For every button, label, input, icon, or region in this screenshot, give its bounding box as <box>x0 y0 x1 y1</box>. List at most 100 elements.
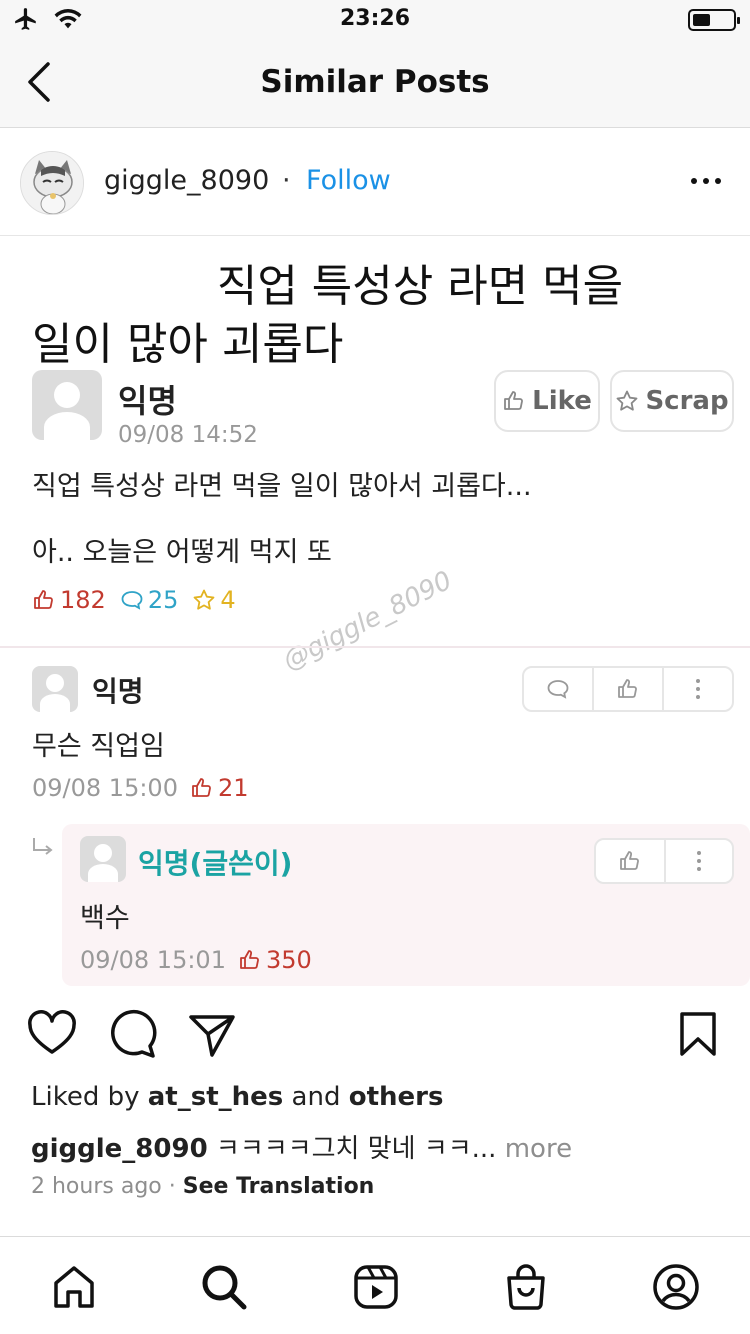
watermark: @giggle_8090 <box>278 565 457 677</box>
op-name: 익명 <box>118 382 177 420</box>
comment-text: 무슨 직업임 <box>32 731 165 762</box>
liked-prefix: Liked by <box>31 1082 148 1112</box>
paper-plane-icon <box>189 1015 235 1057</box>
like-label: Like <box>532 386 592 416</box>
op-body-line2: 아.. 오늘은 어떻게 먹지 또 <box>32 537 332 568</box>
scrap-label: Scrap <box>645 386 729 416</box>
avatar[interactable] <box>20 151 84 215</box>
thumbs-up-icon <box>192 778 211 797</box>
thumbs-up-icon <box>620 851 639 870</box>
reply-text: 백수 <box>80 903 130 934</box>
thumbs-up-icon <box>618 679 637 698</box>
thumbs-up-icon <box>504 391 524 410</box>
comment-date: 09/08 15:00 <box>32 774 178 802</box>
reply-author: 익명(글쓴이) <box>138 847 293 880</box>
status-time: 23:26 <box>339 6 411 31</box>
op-avatar <box>32 370 102 440</box>
reply-arrow-icon <box>33 838 53 855</box>
more-options-button[interactable] <box>690 169 722 193</box>
page-title: Similar Posts <box>260 64 490 100</box>
reply-date: 09/08 15:01 <box>80 946 226 974</box>
thumbs-up-icon <box>240 950 259 969</box>
shop-icon <box>507 1264 545 1310</box>
heart-icon <box>28 1010 76 1054</box>
op-date: 09/08 14:52 <box>118 422 258 448</box>
reply-avatar <box>80 836 126 882</box>
reply-button[interactable] <box>524 668 594 710</box>
op-body-line1: 직업 특성상 라면 먹을 일이 많아서 괴롭다... <box>32 471 532 502</box>
caption-text: ㅋㅋㅋㅋ그치 맞네 ㅋㅋ... <box>207 1134 497 1164</box>
op-scraps-count: 4 <box>220 586 236 614</box>
post-header: giggle_8090 · Follow <box>0 129 750 236</box>
scrap-button[interactable]: Scrap <box>610 370 734 432</box>
post-meta: 2 hours ago · See Translation <box>31 1174 374 1199</box>
reply-more-button[interactable] <box>666 840 732 882</box>
comment-icon <box>111 1010 157 1058</box>
profile-icon <box>653 1264 699 1310</box>
post-action-row <box>0 1006 750 1066</box>
post-image[interactable]: 직업 특성상 라면 먹을 일이 많아 괴롭다 익명 09/08 14:52 Li… <box>0 236 750 990</box>
tab-profile[interactable] <box>650 1261 702 1313</box>
op-comments: 25 <box>120 586 179 614</box>
comment-author: 익명 <box>92 675 144 708</box>
comment-bubble-icon <box>121 591 143 610</box>
battery-level <box>693 14 710 26</box>
comment-more-button[interactable] <box>664 668 732 710</box>
reply-like-button[interactable] <box>596 840 666 882</box>
image-title-line1: 직업 특성상 라면 먹을 <box>216 261 624 312</box>
post-username[interactable]: giggle_8090 <box>104 165 269 196</box>
liked-others[interactable]: others <box>349 1082 444 1112</box>
time-ago: 2 hours ago <box>31 1174 162 1199</box>
more-horizontal-icon <box>691 178 721 184</box>
reply-likes-count: 350 <box>265 946 312 974</box>
save-post-button[interactable] <box>670 1006 726 1062</box>
comment-actions <box>522 666 734 712</box>
op-likes-count: 182 <box>60 586 106 614</box>
more-vertical-icon <box>696 679 700 699</box>
reels-icon <box>354 1265 398 1309</box>
meta-dot: · <box>161 1174 183 1199</box>
op-likes: 182 <box>32 586 106 614</box>
tab-reels[interactable] <box>350 1261 402 1313</box>
liked-user[interactable]: at_st_hes <box>148 1082 284 1112</box>
share-post-button[interactable] <box>184 1006 240 1062</box>
divider <box>0 646 750 648</box>
comment-bubble-icon <box>547 680 569 699</box>
op-comments-count: 25 <box>147 586 179 614</box>
comment-likes-count: 21 <box>217 774 249 802</box>
tab-home[interactable] <box>48 1261 100 1313</box>
caption-more-link[interactable]: more <box>496 1134 572 1164</box>
image-title-line2: 일이 많아 괴롭다 <box>32 319 344 370</box>
thumbs-up-icon <box>34 590 53 609</box>
separator-dot: · <box>282 165 291 196</box>
more-vertical-icon <box>697 851 701 871</box>
liked-and: and <box>283 1082 349 1112</box>
op-scraps: 4 <box>192 586 236 614</box>
search-icon <box>202 1265 247 1310</box>
status-bar: 23:26 <box>0 0 750 40</box>
comment-post-button[interactable] <box>104 1006 160 1062</box>
tab-shop[interactable] <box>500 1261 552 1313</box>
reply-actions <box>594 838 734 884</box>
comment-likes: 21 <box>190 774 249 802</box>
like-button[interactable]: Like <box>494 370 600 432</box>
follow-button[interactable]: Follow <box>306 165 391 196</box>
liked-by: Liked by at_st_hes and others <box>31 1082 443 1112</box>
star-icon <box>617 390 638 411</box>
nav-bar: Similar Posts <box>0 40 750 128</box>
cat-avatar-icon <box>21 152 83 214</box>
tab-bar <box>0 1236 750 1334</box>
reply-meta: 09/08 15:01 350 <box>80 946 312 974</box>
op-stats: 182 25 4 <box>32 586 236 614</box>
bookmark-icon <box>680 1012 716 1056</box>
caption: giggle_8090 ㅋㅋㅋㅋ그치 맞네 ㅋㅋ... more <box>31 1128 572 1165</box>
like-post-button[interactable] <box>24 1006 80 1062</box>
caption-username[interactable]: giggle_8090 <box>31 1134 208 1164</box>
star-icon <box>193 589 215 610</box>
home-icon <box>54 1266 94 1308</box>
see-translation-link[interactable]: See Translation <box>183 1174 375 1199</box>
comment-meta: 09/08 15:00 21 <box>32 774 249 802</box>
comment-avatar <box>32 666 78 712</box>
tab-search[interactable] <box>198 1261 250 1313</box>
comment-like-button[interactable] <box>594 668 664 710</box>
